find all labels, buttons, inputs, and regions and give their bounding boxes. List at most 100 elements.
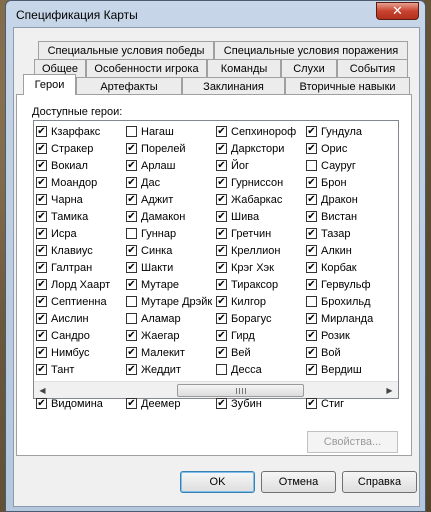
hero-item[interactable]: ✔ Клавиус — [36, 242, 128, 259]
hero-item[interactable]: ✔ Аджит — [126, 191, 218, 208]
hero-item[interactable]: Мутаре Дрэйк — [126, 293, 218, 310]
hero-item[interactable]: ✔ Вой — [306, 344, 398, 361]
hero-checkbox[interactable]: ✔ — [36, 279, 47, 290]
hero-checkbox[interactable]: ✔ — [36, 143, 47, 154]
hero-item[interactable]: ✔ Стракер — [36, 140, 128, 157]
hero-item[interactable]: ✔ Тазар — [306, 225, 398, 242]
hero-item[interactable]: ✔ Мирланда — [306, 310, 398, 327]
hero-item[interactable]: ✔ Килгор — [216, 293, 308, 310]
hero-checkbox[interactable]: ✔ — [216, 126, 227, 137]
hero-checkbox[interactable]: ✔ — [216, 313, 227, 324]
hero-item[interactable]: ✔ Синка — [126, 242, 218, 259]
hero-checkbox[interactable]: ✔ — [216, 228, 227, 239]
cancel-button[interactable]: Отмена — [261, 471, 336, 493]
hero-checkbox[interactable] — [306, 160, 317, 171]
hero-checkbox[interactable]: ✔ — [126, 194, 137, 205]
hero-item[interactable]: Аламар — [126, 310, 218, 327]
hero-checkbox[interactable]: ✔ — [306, 364, 317, 375]
hero-checkbox[interactable] — [126, 228, 137, 239]
hero-checkbox[interactable]: ✔ — [306, 194, 317, 205]
hero-checkbox[interactable]: ✔ — [36, 211, 47, 222]
hero-checkbox[interactable]: ✔ — [36, 347, 47, 358]
hero-item[interactable]: ✔ Гундула — [306, 123, 398, 140]
hero-item[interactable]: ✔ Мутаре — [126, 276, 218, 293]
hero-checkbox[interactable]: ✔ — [306, 330, 317, 341]
hero-item[interactable]: ✔ Жабаркас — [216, 191, 308, 208]
hero-checkbox[interactable]: ✔ — [126, 177, 137, 188]
hero-item[interactable]: ✔ Сепхинороф — [216, 123, 308, 140]
hero-checkbox[interactable] — [126, 296, 137, 307]
hero-item[interactable]: ✔ Шакти — [126, 259, 218, 276]
hero-item[interactable]: ✔ Гретчин — [216, 225, 308, 242]
hero-checkbox[interactable]: ✔ — [36, 313, 47, 324]
hero-checkbox[interactable]: ✔ — [306, 228, 317, 239]
hero-item[interactable]: Брохильд — [306, 293, 398, 310]
hero-item[interactable]: ✔ Тамика — [36, 208, 128, 225]
properties-button[interactable]: Свойства... — [307, 431, 398, 453]
title-bar[interactable]: Спецификация Карты ✕ — [6, 1, 425, 27]
hero-checkbox[interactable]: ✔ — [126, 364, 137, 375]
hero-checkbox[interactable]: ✔ — [306, 177, 317, 188]
hero-item[interactable]: ✔ Корбак — [306, 259, 398, 276]
horizontal-scrollbar[interactable]: ◀ ▶ — [34, 381, 398, 398]
hero-item[interactable]: ✔ Шива — [216, 208, 308, 225]
hero-item[interactable]: ✔ Жаегар — [126, 327, 218, 344]
hero-item[interactable]: ✔ Нимбус — [36, 344, 128, 361]
hero-checkbox[interactable]: ✔ — [126, 398, 137, 409]
hero-item[interactable]: ✔ Гирд — [216, 327, 308, 344]
hero-checkbox[interactable]: ✔ — [216, 398, 227, 409]
hero-item[interactable]: ✔ Вей — [216, 344, 308, 361]
hero-item[interactable]: ✔ Орис — [306, 140, 398, 157]
hero-checkbox[interactable]: ✔ — [216, 160, 227, 171]
hero-item[interactable]: ✔ Лорд Хаарт — [36, 276, 128, 293]
hero-checkbox[interactable]: ✔ — [216, 177, 227, 188]
hero-item[interactable]: ✔ Дамакон — [126, 208, 218, 225]
hero-item[interactable]: ✔ Жеддит — [126, 361, 218, 378]
hero-item[interactable]: Десса — [216, 361, 308, 378]
hero-checkbox[interactable]: ✔ — [216, 143, 227, 154]
hero-checkbox[interactable]: ✔ — [306, 313, 317, 324]
hero-item[interactable]: ✔ Даркстори — [216, 140, 308, 157]
tab-player-specs[interactable]: Особенности игрока — [86, 59, 207, 77]
tab-victory-conditions[interactable]: Специальные условия победы — [38, 41, 214, 59]
hero-item[interactable]: ✔ Борагус — [216, 310, 308, 327]
hero-checkbox[interactable] — [306, 296, 317, 307]
hero-item[interactable]: ✔ Галтран — [36, 259, 128, 276]
hero-checkbox[interactable]: ✔ — [126, 279, 137, 290]
hero-item[interactable]: ✔ Аислин — [36, 310, 128, 327]
hero-checkbox[interactable]: ✔ — [36, 296, 47, 307]
hero-item[interactable]: ✔ Дас — [126, 174, 218, 191]
hero-item[interactable]: ✔ Розик — [306, 327, 398, 344]
hero-checkbox[interactable]: ✔ — [306, 211, 317, 222]
scroll-left-arrow-icon[interactable]: ◀ — [34, 382, 51, 398]
hero-item[interactable]: ✔ Креллион — [216, 242, 308, 259]
hero-checkbox[interactable]: ✔ — [216, 194, 227, 205]
hero-checkbox[interactable]: ✔ — [36, 228, 47, 239]
hero-checkbox[interactable]: ✔ — [306, 398, 317, 409]
scrollbar-thumb[interactable] — [177, 384, 304, 397]
tab-rumors[interactable]: Слухи — [281, 59, 337, 77]
scroll-right-arrow-icon[interactable]: ▶ — [381, 382, 398, 398]
hero-item[interactable]: ✔ Гервульф — [306, 276, 398, 293]
hero-checkbox[interactable]: ✔ — [306, 347, 317, 358]
hero-checkbox[interactable]: ✔ — [306, 262, 317, 273]
hero-item[interactable]: ✔ Алкин — [306, 242, 398, 259]
hero-checkbox[interactable]: ✔ — [36, 126, 47, 137]
tab-heroes[interactable]: Герои — [23, 74, 76, 95]
hero-item[interactable]: ✔ Исра — [36, 225, 128, 242]
hero-item[interactable]: ✔ Малекит — [126, 344, 218, 361]
hero-item[interactable]: ✔ Сандро — [36, 327, 128, 344]
tab-secondary-skills[interactable]: Вторичные навыки — [285, 77, 410, 95]
tab-events[interactable]: События — [337, 59, 408, 77]
hero-checkbox[interactable] — [216, 364, 227, 375]
hero-checkbox[interactable]: ✔ — [216, 296, 227, 307]
hero-checkbox[interactable]: ✔ — [216, 245, 227, 256]
hero-checkbox[interactable]: ✔ — [306, 245, 317, 256]
hero-checkbox[interactable]: ✔ — [216, 262, 227, 273]
hero-checkbox[interactable]: ✔ — [36, 194, 47, 205]
hero-checkbox[interactable]: ✔ — [126, 347, 137, 358]
hero-item[interactable]: ✔ Вердиш — [306, 361, 398, 378]
hero-checkbox[interactable]: ✔ — [126, 160, 137, 171]
hero-item[interactable]: ✔ Тиракcор — [216, 276, 308, 293]
hero-checkbox[interactable]: ✔ — [36, 177, 47, 188]
